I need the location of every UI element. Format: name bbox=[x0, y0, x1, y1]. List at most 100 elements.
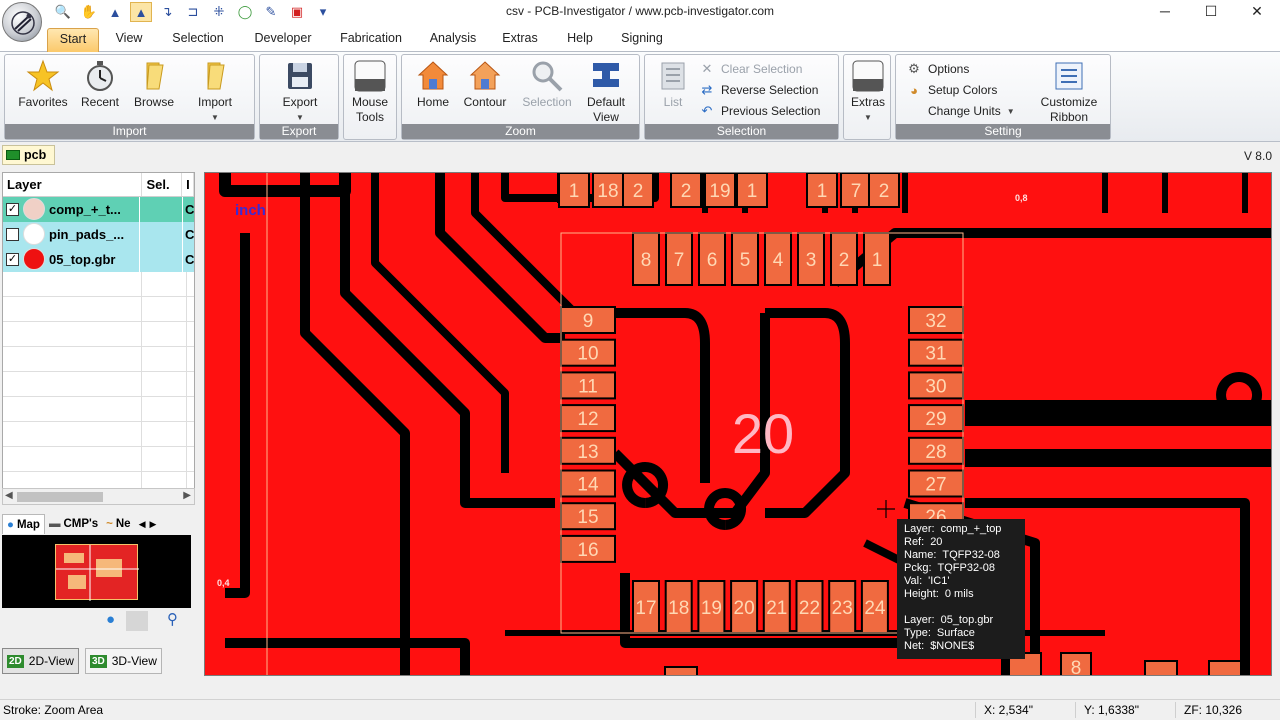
pin-pad-right-number: 28 bbox=[925, 442, 946, 463]
tab-nets[interactable]: ~ Ne bbox=[102, 514, 134, 534]
options-button[interactable]: ⚙ Options bbox=[906, 59, 969, 79]
chip-icon: ▬ bbox=[48, 518, 61, 530]
favorites-button[interactable]: Favorites bbox=[15, 59, 71, 110]
default-view-button[interactable]: Default View bbox=[582, 59, 630, 125]
previous-selection-label: Previous Selection bbox=[721, 104, 821, 118]
layer-color-swatch[interactable] bbox=[23, 248, 45, 270]
export-button[interactable]: Export ▼ bbox=[272, 59, 328, 125]
board-map[interactable] bbox=[2, 535, 191, 608]
map-toolbar: ● ⚲ bbox=[2, 610, 191, 632]
layer-visibility-checkbox[interactable]: ✓ bbox=[6, 202, 19, 216]
pin-pad-top: 4 bbox=[764, 232, 792, 286]
layer-color-swatch[interactable] bbox=[23, 198, 45, 220]
globe-view-icon[interactable]: ● bbox=[106, 611, 115, 628]
layer-visibility-checkbox[interactable] bbox=[6, 227, 19, 241]
pcb-canvas[interactable]: 8 7 6 5 4 3 2 1 9 10 11 12 13 14 15 16 17 18 19 20 21 22 23 24 3… bbox=[204, 172, 1272, 676]
tab-analysis[interactable]: Analysis bbox=[424, 28, 482, 52]
tab-view[interactable]: View bbox=[108, 28, 150, 52]
zoom-selection-button[interactable]: Selection bbox=[518, 59, 576, 110]
map-box-icon[interactable] bbox=[126, 611, 148, 631]
component-tooltip: Layer: comp_+_top Ref: 20 Name: TQFP32-08 Pckg… bbox=[897, 519, 1025, 659]
tooltip-row: Layer: 05_top.gbr bbox=[904, 614, 1025, 627]
layer-sel-cell[interactable] bbox=[138, 221, 182, 247]
tab-extras[interactable]: Extras bbox=[496, 28, 544, 52]
layer-row[interactable]: ✓ comp_+_t... C bbox=[3, 196, 194, 222]
scroll-left-icon[interactable]: ◀ bbox=[5, 490, 13, 501]
layer-cell: ✓ 05_top.gbr bbox=[3, 246, 139, 272]
tab-signing[interactable]: Signing bbox=[614, 28, 670, 52]
maximize-button[interactable]: ☐ bbox=[1188, 0, 1234, 22]
view-3d-button[interactable]: 3D 3D-View bbox=[84, 648, 162, 674]
layer-sel-cell[interactable] bbox=[138, 246, 182, 272]
pin-pad-left: 12 bbox=[560, 404, 616, 433]
clear-selection-button[interactable]: ✕ Clear Selection bbox=[699, 59, 803, 79]
tooltip-key: Pckg: bbox=[904, 562, 932, 574]
empty-grid-row bbox=[3, 397, 194, 422]
edge-pad bbox=[1144, 660, 1178, 675]
view-2d-button[interactable]: 2D 2D-View bbox=[2, 648, 79, 674]
tooltip-value: 0 mils bbox=[944, 588, 974, 600]
tooltip-key: Name: bbox=[904, 549, 937, 561]
upper-pad: 18 bbox=[592, 173, 624, 208]
home-button[interactable]: Home bbox=[410, 59, 456, 110]
extras-button[interactable]: Extras ▼ bbox=[848, 59, 888, 125]
component-ref-label: 20 bbox=[732, 402, 794, 465]
tooltip-value: Surface bbox=[936, 627, 975, 639]
units-icon bbox=[906, 103, 922, 119]
column-header-layer[interactable]: Layer bbox=[3, 173, 143, 196]
folder-icon bbox=[146, 62, 164, 90]
tooltip-key: Type: bbox=[904, 627, 931, 639]
reverse-selection-button[interactable]: ⇄ Reverse Selection bbox=[699, 80, 819, 100]
tab-map[interactable]: ● Map bbox=[2, 514, 45, 534]
pin-pad-bottom: 17 bbox=[632, 580, 660, 634]
pin-pad-left-number: 15 bbox=[577, 507, 598, 528]
tooltip-value: 'IC1' bbox=[928, 575, 950, 587]
tab-help[interactable]: Help bbox=[558, 28, 602, 52]
layer-grid-hscrollbar[interactable]: ◀ ▶ bbox=[2, 488, 195, 505]
tab-start[interactable]: Start bbox=[47, 28, 99, 52]
export-group: Export ▼ Export bbox=[259, 54, 339, 140]
import-button[interactable]: Import ▼ bbox=[189, 59, 241, 125]
tooltip-key: Val: bbox=[904, 575, 923, 587]
change-units-button[interactable]: Change Units ▼ bbox=[906, 101, 1015, 121]
app-menu-button[interactable] bbox=[2, 2, 42, 42]
minimize-button[interactable]: ─ bbox=[1142, 0, 1188, 22]
upper-pad-number: 2 bbox=[633, 181, 644, 202]
scroll-thumb[interactable] bbox=[17, 492, 103, 502]
mouse-tools-button[interactable]: Mouse Tools bbox=[346, 59, 394, 125]
tab-cmps[interactable]: ▬ CMP's bbox=[45, 514, 102, 534]
pin-pad-right-number: 32 bbox=[925, 311, 946, 332]
document-tab-pcb[interactable]: pcb bbox=[2, 145, 55, 165]
layer-color-swatch[interactable] bbox=[23, 223, 45, 245]
close-button[interactable]: ✕ bbox=[1234, 0, 1280, 22]
tabs-next-icon[interactable]: ▶ bbox=[149, 519, 156, 530]
scroll-right-icon[interactable]: ▶ bbox=[183, 490, 191, 501]
layer-visibility-checkbox[interactable]: ✓ bbox=[6, 252, 19, 266]
tab-fabrication[interactable]: Fabrication bbox=[332, 28, 410, 52]
previous-selection-button[interactable]: ↶ Previous Selection bbox=[699, 101, 821, 121]
layer-sel-cell[interactable] bbox=[138, 196, 182, 222]
map-zoom-icon[interactable]: ⚲ bbox=[167, 610, 178, 628]
pin-pad-left: 15 bbox=[560, 502, 616, 531]
setup-colors-button[interactable]: ◕ Setup Colors bbox=[906, 80, 997, 100]
change-units-label: Change Units bbox=[928, 104, 1001, 118]
tooltip-row: Name: TQFP32-08 bbox=[904, 549, 1025, 562]
pin-pad-bottom: 21 bbox=[762, 580, 791, 634]
contour-button[interactable]: Contour bbox=[460, 59, 510, 110]
import-dropdown-icon: ▼ bbox=[211, 113, 219, 122]
column-header-i[interactable]: I bbox=[182, 173, 194, 196]
tabs-prev-icon[interactable]: ◀ bbox=[139, 519, 146, 530]
layer-grid: Layer Sel. I ✓ comp_+_t... Cpin_pads_... C ✓… bbox=[2, 172, 195, 490]
customize-ribbon-button[interactable]: Customize Ribbon bbox=[1036, 59, 1102, 125]
tooltip-key: Layer: bbox=[904, 523, 935, 535]
export-group-caption: Export bbox=[260, 124, 338, 139]
browse-button[interactable]: Browse bbox=[129, 59, 179, 110]
upper-pad: 1 bbox=[736, 173, 768, 208]
layer-row[interactable]: pin_pads_... C bbox=[3, 221, 194, 247]
tab-selection[interactable]: Selection bbox=[164, 28, 232, 52]
tab-developer[interactable]: Developer bbox=[246, 28, 320, 52]
list-button[interactable]: List bbox=[651, 59, 695, 110]
recent-button[interactable]: Recent bbox=[75, 59, 125, 110]
layer-row[interactable]: ✓ 05_top.gbr C bbox=[3, 246, 194, 272]
column-header-sel[interactable]: Sel. bbox=[142, 173, 183, 196]
